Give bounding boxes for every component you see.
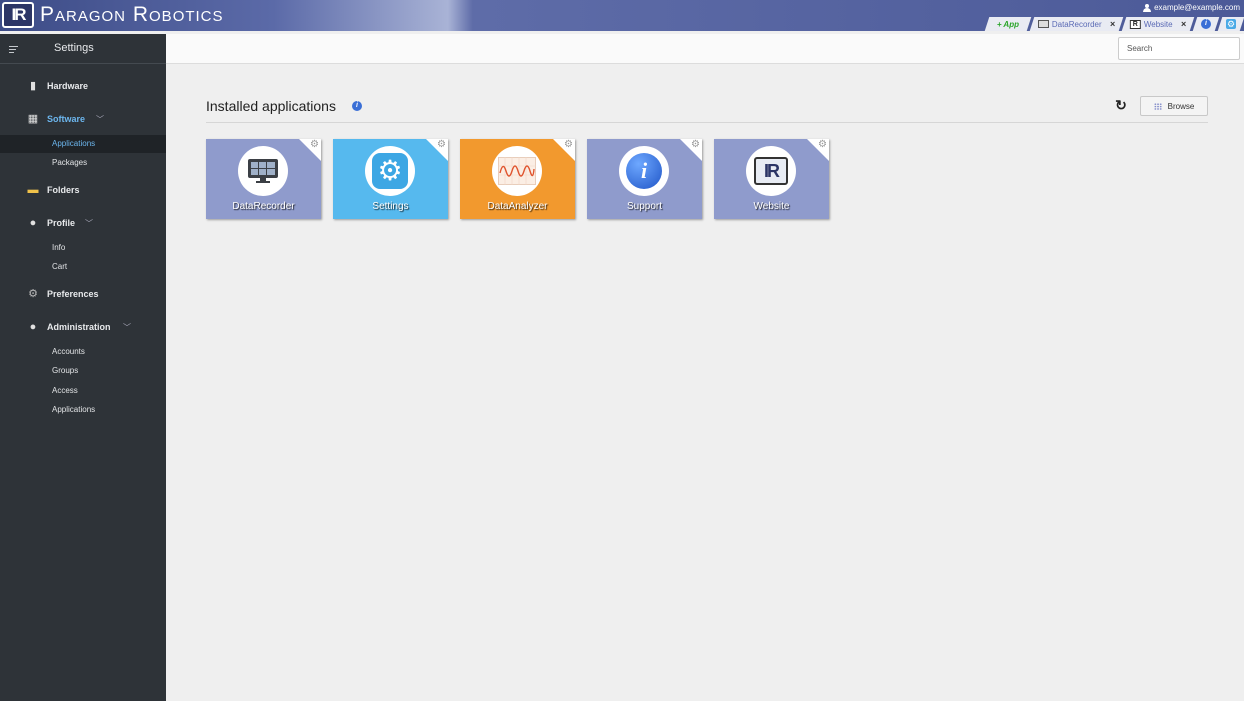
sidebar-item-folders[interactable]: ▬ Folders [0,180,166,200]
app-tabs: + App DataRecorder × R Website × i ⚙ [984,16,1244,31]
browse-label: Browse [1167,101,1195,111]
tab-label: DataRecorder [1051,19,1102,29]
admin-icon: ● [29,321,37,333]
divider [206,122,1208,123]
folder-icon: ▬ [27,184,39,196]
app-tile-settings[interactable]: ⚙ ⚙ Settings [333,139,448,219]
sidebar-item-preferences[interactable]: ⚙ Preferences [0,284,166,304]
refresh-icon[interactable]: ↻ [1114,98,1128,112]
top-bar: IR Paragon Robotics example@example.com … [0,0,1244,31]
ir-logo-icon: IR [754,157,788,185]
tile-settings-icon[interactable]: ⚙ [310,140,319,150]
sidebar-item-label: Profile [47,218,76,228]
sidebar-subitem-packages[interactable]: Packages [0,154,166,172]
waveform-icon [498,157,536,185]
app-icon-frame [492,146,542,196]
grid-icon: ▦ [27,113,39,125]
app-name: DataRecorder [232,201,295,212]
tab-settings[interactable]: ⚙ [1217,17,1244,31]
app-icon-frame: ⚙ [365,146,415,196]
logo-mark: IR [2,2,34,28]
chevron-down-icon[interactable]: ﹀ [123,322,131,333]
settings-icon: ⚙ [1226,19,1236,29]
sidebar-subitem-accounts[interactable]: Accounts [0,343,166,361]
tab-datarecorder[interactable]: DataRecorder × [1029,17,1124,31]
sidebar-item-label: Administration [47,322,111,332]
info-icon[interactable]: i [352,101,362,111]
app-name: Support [626,201,663,212]
close-icon[interactable]: × [1181,19,1186,29]
app-icon-frame [238,146,288,196]
tile-settings-icon[interactable]: ⚙ [691,140,700,150]
sidebar-subitem-admin-applications[interactable]: Applications [0,401,166,419]
menu-icon[interactable] [9,46,18,53]
sidebar-subitem-info[interactable]: Info [0,239,166,257]
app-tile-support[interactable]: ⚙ i Support [587,139,702,219]
sidebar-item-label: Hardware [47,81,89,91]
tab-website[interactable]: R Website × [1121,17,1195,31]
sidebar-item-software[interactable]: ▦ Software ﹀ [0,109,166,129]
sidebar: Settings ▮ Hardware ▦ Software ﹀ Applica… [0,34,166,701]
add-app-label: + App [996,19,1019,29]
user-icon: ● [29,217,37,229]
sidebar-item-label: Preferences [47,289,99,299]
sidebar-item-profile[interactable]: ● Profile ﹀ [0,213,166,233]
browse-button[interactable]: Browse [1140,96,1208,116]
tile-settings-icon[interactable]: ⚙ [564,140,573,150]
sidebar-subitem-access[interactable]: Access [0,382,166,400]
sidebar-subitem-cart[interactable]: Cart [0,258,166,276]
sidebar-subitem-applications[interactable]: Applications [0,135,166,153]
app-tile-dataanalyzer[interactable]: ⚙ DataAnalyzer [460,139,575,219]
info-icon: i [1201,19,1211,29]
user-email: example@example.com [1154,3,1240,12]
user-account[interactable]: example@example.com [1143,3,1240,12]
tile-settings-icon[interactable]: ⚙ [437,140,446,150]
chevron-down-icon[interactable]: ﹀ [96,114,104,125]
tab-support[interactable]: i [1192,17,1220,31]
sidebar-title: Settings [54,42,94,54]
gear-icon: ⚙ [28,288,38,300]
app-name: DataAnalyzer [487,201,548,212]
chevron-down-icon[interactable]: ﹀ [85,218,93,229]
tab-label: Website [1143,19,1173,29]
sidebar-item-label: Software [47,114,86,124]
sidebar-header: Settings [0,34,166,64]
info-icon: i [626,153,662,189]
app-icon-frame: IR [746,146,796,196]
user-icon [1143,3,1152,12]
app-tile-datarecorder[interactable]: ⚙ DataRecorder [206,139,321,219]
search-input[interactable] [1118,37,1240,60]
add-app-tab[interactable]: + App [984,17,1032,31]
tile-settings-icon[interactable]: ⚙ [818,140,827,150]
app-name: Website [753,201,790,212]
sidebar-item-hardware[interactable]: ▮ Hardware [0,76,166,96]
monitor-icon [248,159,278,183]
app-tile-website[interactable]: ⚙ IR Website [714,139,829,219]
monitor-icon [1037,20,1049,28]
settings-gear-icon: ⚙ [372,153,408,189]
content-header [166,34,1244,64]
app-name: Settings [372,201,409,212]
grid-icon [1153,102,1162,110]
close-icon[interactable]: × [1110,19,1115,29]
ir-logo-icon: R [1129,19,1141,29]
page-title: Installed applications [206,98,336,114]
app-grid: ⚙ DataRecorder ⚙ ⚙ Settings ⚙ DataAnalyz… [206,139,829,219]
app-icon-frame: i [619,146,669,196]
sidebar-item-label: Folders [47,185,80,195]
sidebar-subitem-groups[interactable]: Groups [0,362,166,380]
brand-logo[interactable]: IR Paragon Robotics [2,2,224,28]
sidebar-item-administration[interactable]: ● Administration ﹀ [0,317,166,337]
hardware-icon: ▮ [29,80,37,92]
brand-name: Paragon Robotics [40,3,224,26]
